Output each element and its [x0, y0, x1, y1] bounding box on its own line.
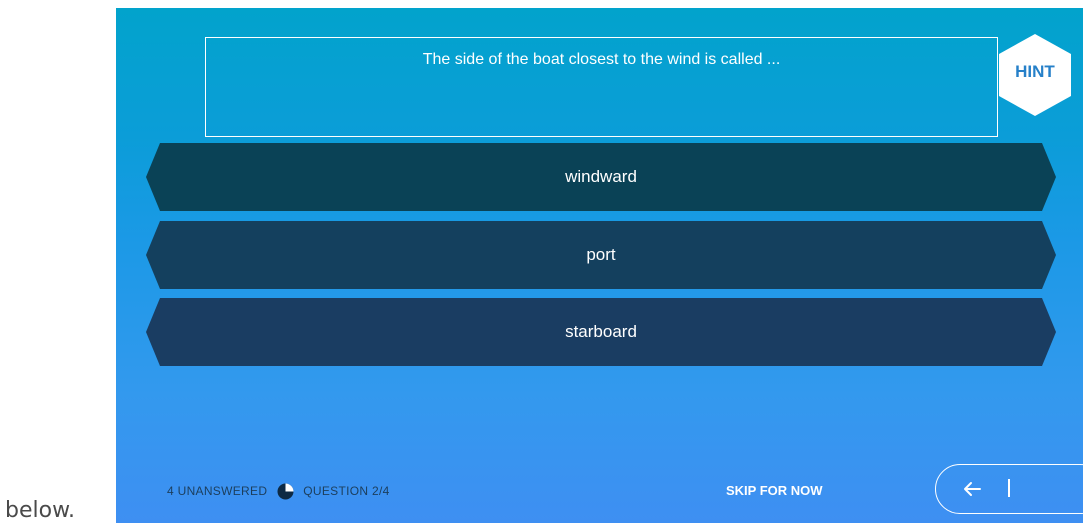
- unanswered-count: 4 UNANSWERED: [167, 484, 268, 498]
- back-button[interactable]: [935, 464, 1083, 514]
- answer-option-windward[interactable]: windward: [146, 143, 1056, 211]
- answer-option-starboard[interactable]: starboard: [146, 298, 1056, 366]
- question-counter: QUESTION 2/4: [303, 484, 390, 498]
- divider-bar: [1008, 479, 1010, 497]
- answer-label: windward: [565, 167, 637, 186]
- question-box: The side of the boat closest to the wind…: [205, 37, 998, 137]
- arrow-left-icon: [964, 482, 981, 496]
- quiz-panel: The side of the boat closest to the wind…: [116, 8, 1083, 523]
- pie-progress-icon: [277, 483, 294, 499]
- hint-button[interactable]: HINT: [996, 32, 1074, 118]
- answer-label: port: [586, 245, 616, 264]
- progress-status: 4 UNANSWERED QUESTION 2/4: [167, 481, 390, 501]
- question-text: The side of the boat closest to the wind…: [422, 51, 781, 68]
- answer-label: starboard: [565, 322, 637, 341]
- skip-for-now-button[interactable]: SKIP FOR NOW: [726, 481, 823, 501]
- caption-text: below.: [5, 498, 76, 523]
- hint-label: HINT: [1015, 62, 1055, 81]
- answer-option-port[interactable]: port: [146, 221, 1056, 289]
